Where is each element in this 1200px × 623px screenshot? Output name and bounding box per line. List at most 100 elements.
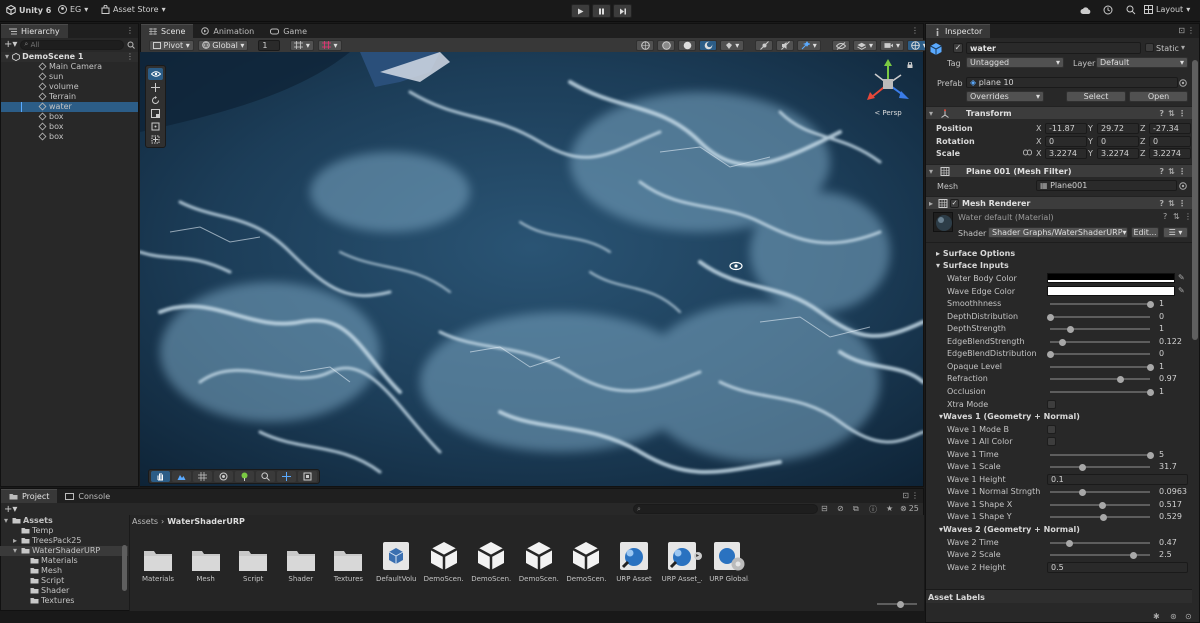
folder-tree-item[interactable]: ▸ TreesPack25 [0,536,128,546]
more-options-icon[interactable]: ⋮ [126,26,134,35]
slider-knob[interactable] [1146,300,1154,308]
x-axis-label[interactable]: X [1036,124,1041,133]
rotation-y-field[interactable]: 0 [1097,136,1139,147]
prefab-field[interactable]: ◈ plane 10 [966,77,1178,88]
hierarchy-item[interactable]: water [1,102,138,112]
object-picker-icon[interactable] [1179,182,1187,190]
slider-value-field[interactable]: 0.529 [1156,511,1188,522]
hierarchy-item[interactable]: Main Camera [1,62,138,72]
paint-tool-button[interactable] [214,471,233,482]
slider-value-field[interactable]: 0.47 [1156,537,1188,548]
hand-tool-button[interactable] [151,471,170,482]
x-axis-label[interactable]: X [1036,149,1041,158]
folder-tree-item[interactable]: Materials [0,556,128,566]
scene-row[interactable]: ▾ DemoScene 1 ⋮ [1,52,138,62]
slider-knob[interactable] [1129,551,1137,559]
slider-value-field[interactable]: 0 [1156,311,1188,322]
z-axis-label[interactable]: Z [1140,149,1145,158]
favorite-star-icon[interactable]: ★ [886,504,893,513]
z-axis-label[interactable]: Z [1140,124,1145,133]
tab-game[interactable]: Game [262,24,315,38]
grid-tool-button[interactable] [193,471,212,482]
select-button[interactable]: Select [1066,91,1126,102]
layer-dropdown[interactable]: Default ▾ [1096,57,1188,68]
pause-button[interactable] [592,4,611,18]
asset-tile[interactable]: Textures [328,540,368,583]
tab-animation[interactable]: Animation [193,24,262,38]
terrain-tool-button[interactable] [172,471,191,482]
wave-section-foldout[interactable]: ▾ Waves 2 (Geometry + Normal) [939,525,1080,534]
mesh-renderer-enabled-checkbox[interactable]: ✓ [950,198,959,208]
icon-size-knob[interactable] [897,600,904,608]
mesh-filter-header[interactable]: ▾ Plane 001 (Mesh Filter) ? ⇅ ⋮ [926,164,1192,177]
move-tool-button[interactable] [148,81,163,93]
mesh-renderer-header[interactable]: ▸ ✓ Mesh Renderer ? ⇅ ⋮ [926,196,1192,209]
slider-knob[interactable] [1058,338,1066,346]
more-options-icon[interactable]: ⋮ [911,26,919,35]
progress-icon[interactable]: ⊛ [1170,612,1177,621]
slider-track[interactable] [1050,488,1150,496]
scale-x-field[interactable]: 3.2274 [1045,148,1087,159]
slider-value-field[interactable]: 1 [1156,323,1188,334]
folder-tree-item[interactable]: Script [0,576,128,586]
hierarchy-item[interactable]: Terrain [1,92,138,102]
more-options-icon[interactable]: ⋮ [1178,199,1186,208]
slider-knob[interactable] [1046,350,1054,358]
slider-track[interactable] [1050,363,1154,371]
z-axis-label[interactable]: Z [1140,137,1145,146]
slider-knob[interactable] [1065,539,1073,547]
folder-tree-item[interactable]: ▾ WaterShaderURP [0,546,128,556]
shader-menu-button[interactable]: ☰ ▾ [1163,227,1188,238]
hierarchy-item[interactable]: box [1,112,138,122]
slider-track[interactable] [1050,513,1150,521]
asset-store-dropdown[interactable]: Asset Store ▾ [101,5,166,14]
slider-value-field[interactable]: 0.97 [1156,373,1188,384]
slider-knob[interactable] [1078,488,1086,496]
play-button[interactable] [571,4,590,18]
preset-icon[interactable]: ⇅ [1168,199,1175,208]
lit-button[interactable] [699,40,717,51]
more-options-icon[interactable]: ⋮ [1187,26,1195,35]
edit-shader-button[interactable]: Edit... [1131,227,1159,238]
position-y-field[interactable]: 29.72 [1097,123,1139,134]
asset-tile[interactable]: ▸ URP Asset_... [662,540,702,583]
slider-value-field[interactable]: 0.0963 [1156,486,1188,497]
asset-tile[interactable]: DemoScen... [566,540,606,583]
shader-dropdown[interactable]: Shader Graphs/WaterShaderURP ▾ [988,227,1128,238]
more-options-icon[interactable]: ⋮ [126,52,134,62]
float-field[interactable]: 0.1 [1047,474,1188,485]
orientation-gizmo[interactable]: < Persp [863,58,913,120]
asset-tile[interactable]: DemoScen... [471,540,511,583]
slider-value-field[interactable]: 31.7 [1156,461,1188,472]
static-chevron-icon[interactable]: ▾ [1181,43,1185,52]
add-icon[interactable]: +▾ [4,504,17,515]
rotate-tool-button[interactable] [148,94,163,106]
property-toggle[interactable] [1047,425,1056,434]
scale-tool-button[interactable] [148,107,163,119]
tab-scene[interactable]: Scene [141,24,194,38]
camera-dropdown[interactable]: ▾ [880,40,904,51]
tab-project[interactable]: Project [1,489,58,503]
surface-inputs-foldout[interactable]: ▾ Surface Inputs [936,261,1009,270]
color-field[interactable] [1047,286,1175,296]
property-toggle[interactable] [1047,400,1056,409]
slider-value-field[interactable]: 1 [1156,298,1188,309]
search-by-type-icon[interactable]: ⊟ [821,504,828,513]
folder-tree-item[interactable]: ▾ Assets [0,516,128,526]
slider-knob[interactable] [1146,388,1154,396]
slider-value-field[interactable]: 0.122 [1156,336,1188,347]
slider-knob[interactable] [1099,513,1107,521]
slider-track[interactable] [1050,388,1154,396]
slider-track[interactable] [1050,338,1150,346]
zoom-tool-button[interactable] [256,471,275,482]
view-tool-button[interactable] [148,68,163,80]
asset-tile[interactable]: DemoScen... [424,540,464,583]
mesh-field[interactable]: ▦ Plane001 [1036,180,1177,191]
lock-icon[interactable]: ⊡ [1178,26,1185,35]
history-icon[interactable] [1103,5,1113,15]
slider-value-field[interactable]: 1 [1156,386,1188,397]
transform-tool-button[interactable] [148,133,163,145]
link-scale-icon[interactable] [1023,149,1032,156]
scene-viewport[interactable]: < Persp [140,52,923,486]
draw-mode-dropdown[interactable]: ▾ [853,40,877,51]
